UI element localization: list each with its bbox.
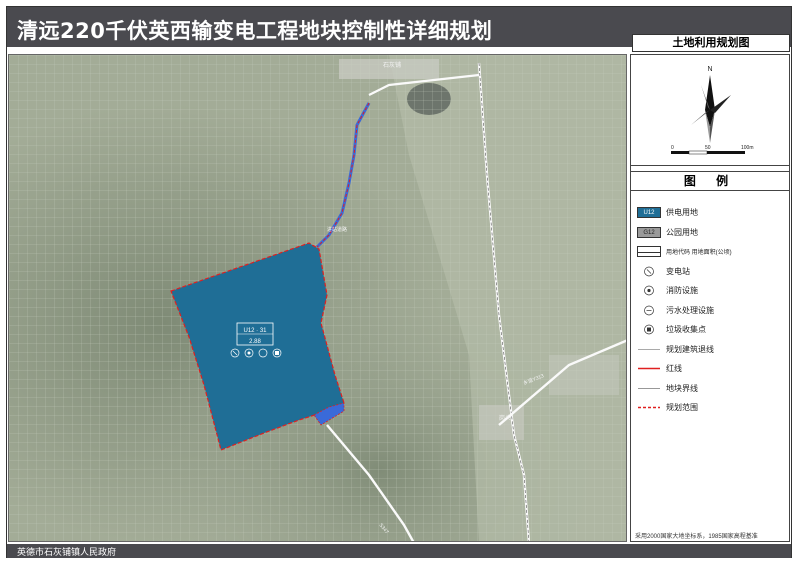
north-label: N [707,66,712,73]
legend-label: 用地代码 用地面积(公顷) [666,250,732,257]
map-canvas: U12 · 31 2.88 石灰铺 岗头 乡道Y313 S347 进站道路 [8,54,627,542]
svg-text:0: 0 [671,145,674,151]
parcel-code-box-icon [637,246,661,258]
legend-panel: N 0 50 100m 图 例 U12 供电用地 G12 公园用地 用地代码 用… [630,54,790,542]
parcel-area: 2.88 [249,339,261,345]
legend-label: 供电用地 [666,208,698,218]
legend-item: 规划范围 [637,398,787,418]
legend-item: G12 公园用地 [637,223,787,243]
fire-facility-symbol-icon [637,285,661,296]
scale-bar-icon [671,151,689,154]
legend-item: U12 供电用地 [637,203,787,223]
legend-item: 规划建筑退线 [637,340,787,360]
blue-fill-swatch-icon: U12 [637,207,661,219]
legend-label: 公园用地 [666,227,698,237]
issuer-label: 英德市石灰铺镇人民政府 [17,548,117,558]
legend-label: 规划建筑退线 [666,344,714,354]
legend-list: U12 供电用地 G12 公园用地 用地代码 用地面积(公顷) 变电站 消防设施 [637,203,787,418]
red-line-icon [637,363,661,374]
setback-line-icon [637,344,661,355]
map-title: 清远220千伏英西输变电工程地块控制性详细规划 [17,19,493,43]
bottom-bar: 英德市石灰铺镇人民政府 [7,544,791,558]
aerial-map: U12 · 31 2.88 石灰铺 岗头 乡道Y313 S347 进站道路 [9,55,626,541]
legend-item: 用地代码 用地面积(公顷) [637,242,787,262]
legend-item: 污水处理设施 [637,301,787,321]
legend-item: 地块界线 [637,379,787,399]
legend-item: 红线 [637,359,787,379]
svg-text:100m: 100m [741,145,754,151]
gray-fill-swatch-icon: G12 [637,226,661,238]
legend-label: 污水处理设施 [666,305,714,315]
legend-item: 消防设施 [637,281,787,301]
compass-box: N 0 50 100m [631,55,789,166]
parcel-boundary-line-icon [637,383,661,394]
road-label-access: 进站道路 [327,226,347,233]
legend-label: 变电站 [666,266,690,276]
substation-symbol-icon [637,266,661,277]
svg-text:50: 50 [705,145,711,151]
legend-label: 消防设施 [666,286,698,296]
legend-label: 地块界线 [666,383,698,393]
village-label-south: 岗头 [499,414,511,422]
legend-item: 变电站 [637,262,787,282]
planning-boundary-dash-icon [637,402,661,413]
legend-title: 图 例 [631,171,789,191]
coordinate-note: 采用2000国家大地坐标系，1985国家高程基准 [635,534,758,540]
parcel-code: U12 · 31 [243,328,267,334]
sewage-facility-symbol-icon [637,305,661,316]
compass-icon: N 0 50 100m [671,66,754,155]
legend-item: 垃圾收集点 [637,320,787,340]
legend-label: 垃圾收集点 [666,325,706,335]
village-label-north: 石灰铺 [383,61,401,69]
legend-label: 规划范围 [666,403,698,413]
legend-label: 红线 [666,364,682,374]
map-subtitle: 土地利用规划图 [632,34,790,52]
garbage-point-symbol-icon [637,324,661,335]
